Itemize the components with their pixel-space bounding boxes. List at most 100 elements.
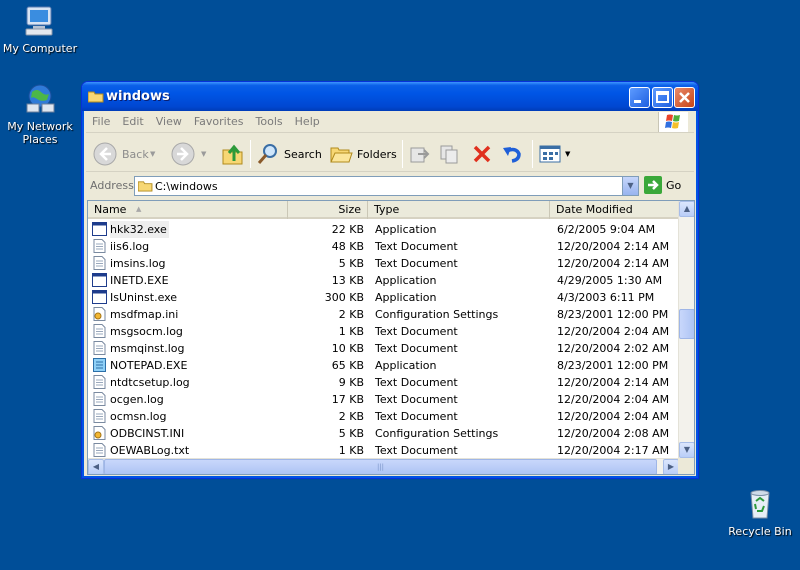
close-button[interactable] [674, 87, 695, 108]
column-header-name[interactable]: Name ▲ [88, 201, 288, 219]
recycle-bin-icon [743, 487, 777, 521]
file-row[interactable]: imsins.log 5 KB Text Document 12/20/2004 2:… [88, 255, 679, 272]
vertical-scroll-thumb[interactable] [679, 309, 694, 339]
forward-dropdown[interactable]: ▼ [201, 139, 206, 169]
maximize-button[interactable] [652, 87, 673, 108]
forward-button[interactable] [170, 139, 196, 169]
list-header: Name ▲ Size Type Date Modified [88, 201, 679, 219]
file-row[interactable]: ODBCINST.INI 5 KB Configuration Settings 12… [88, 425, 679, 442]
file-name: msdfmap.ini [110, 308, 179, 321]
horizontal-scroll-thumb[interactable]: ||| [104, 459, 657, 474]
views-button[interactable]: ▼ [538, 139, 570, 169]
file-date-modified: 12/20/2004 2:14 AM [557, 240, 670, 253]
menu-favorites[interactable]: Favorites [188, 111, 250, 132]
file-row[interactable]: OEWABLog.txt 1 KB Text Document 12/20/2004 … [88, 442, 679, 459]
file-name: ocgen.log [110, 393, 164, 406]
file-date-modified: 8/23/2001 12:00 PM [557, 308, 669, 321]
title-bar[interactable]: windows [82, 82, 698, 111]
file-type: Text Document [375, 325, 458, 338]
vertical-scrollbar[interactable]: ▲ ▼ [678, 201, 694, 458]
delete-button[interactable] [470, 139, 494, 169]
file-row[interactable]: INETD.EXE 13 KB Application 4/29/2005 1:30 … [88, 272, 679, 289]
scrollbar-corner [678, 458, 694, 474]
back-dropdown[interactable]: ▼ [150, 139, 155, 169]
forward-arrow-icon [171, 142, 195, 166]
file-row[interactable]: msmqinst.log 10 KB Text Document 12/20/2004… [88, 340, 679, 357]
copy-to-icon [440, 145, 458, 164]
column-header-type[interactable]: Type [368, 201, 550, 219]
up-folder-button[interactable] [220, 139, 246, 169]
file-size: 22 KB [331, 223, 364, 236]
address-dropdown-button[interactable]: ▼ [622, 177, 638, 195]
go-button[interactable]: Go [644, 176, 681, 194]
back-button[interactable]: Back [92, 139, 149, 169]
file-date-modified: 8/23/2001 12:00 PM [557, 359, 669, 372]
application-icon [92, 273, 107, 287]
file-name: IsUninst.exe [110, 291, 178, 304]
menu-tools[interactable]: Tools [250, 111, 289, 132]
file-type: Text Document [375, 342, 458, 355]
scroll-up-button[interactable]: ▲ [679, 201, 694, 217]
file-name: iis6.log [110, 240, 150, 253]
address-input[interactable]: C:\windows ▼ [134, 176, 639, 196]
file-row[interactable]: hkk32.exe 22 KB Application 6/2/2005 9:04 A… [88, 221, 679, 238]
file-row[interactable]: NOTEPAD.EXE 65 KB Application 8/23/2001 12:… [88, 357, 679, 374]
maximize-icon [656, 91, 669, 103]
address-value: C:\windows [155, 180, 218, 193]
file-row[interactable]: ocgen.log 17 KB Text Document 12/20/2004 2:… [88, 391, 679, 408]
file-row[interactable]: msdfmap.ini 2 KB Configuration Settings 8/2… [88, 306, 679, 323]
desktop-icon-my-computer[interactable]: My Computer [0, 4, 80, 55]
scroll-down-button[interactable]: ▼ [679, 442, 694, 458]
text-document-icon [92, 375, 107, 389]
desktop-icon-label: My Computer [2, 42, 78, 55]
file-row[interactable]: msgsocm.log 1 KB Text Document 12/20/2004 2… [88, 323, 679, 340]
file-name: ntdtcsetup.log [110, 376, 190, 389]
chevron-down-icon: ▼ [150, 150, 156, 158]
menu-edit[interactable]: Edit [116, 111, 149, 132]
file-size: 17 KB [331, 393, 364, 406]
file-size: 65 KB [331, 359, 364, 372]
menu-help[interactable]: Help [289, 111, 326, 132]
file-date-modified: 12/20/2004 2:04 AM [557, 325, 670, 338]
minimize-button[interactable] [629, 87, 650, 108]
file-row[interactable]: iis6.log 48 KB Text Document 12/20/2004 2:1… [88, 238, 679, 255]
window-title: windows [106, 89, 170, 104]
move-to-button[interactable] [408, 139, 432, 169]
undo-button[interactable] [500, 139, 524, 169]
file-name: INETD.EXE [110, 274, 169, 287]
text-document-icon [92, 443, 107, 457]
menu-file[interactable]: File [86, 111, 116, 132]
menu-view[interactable]: View [150, 111, 188, 132]
file-name: msgsocm.log [110, 325, 183, 338]
scroll-right-button[interactable]: ▶ [663, 459, 679, 474]
go-arrow-icon [644, 176, 662, 194]
desktop-icon-recycle-bin[interactable]: Recycle Bin [720, 487, 800, 538]
folders-button[interactable]: Folders [329, 139, 397, 169]
text-document-icon [92, 409, 107, 423]
copy-to-button[interactable] [438, 139, 462, 169]
horizontal-scrollbar[interactable]: ◀ ||| ▶ [88, 458, 679, 474]
file-type: Text Document [375, 257, 458, 270]
scroll-left-button[interactable]: ◀ [88, 459, 104, 474]
desktop-icon-network-places[interactable]: My Network Places [0, 82, 80, 146]
file-type: Application [375, 223, 437, 236]
file-row[interactable]: IsUninst.exe 300 KB Application 4/3/2003 6:… [88, 289, 679, 306]
column-header-date-modified[interactable]: Date Modified [550, 201, 679, 219]
file-date-modified: 12/20/2004 2:14 AM [557, 257, 670, 270]
file-date-modified: 12/20/2004 2:08 AM [557, 427, 670, 440]
file-date-modified: 12/20/2004 2:14 AM [557, 376, 670, 389]
menu-bar: File Edit View Favorites Tools Help [86, 111, 694, 133]
file-row[interactable]: ocmsn.log 2 KB Text Document 12/20/2004 2:0… [88, 408, 679, 425]
search-button[interactable]: Search [256, 139, 322, 169]
toolbar: Back ▼ ▼ Search Folders ▼ [86, 134, 694, 172]
column-header-size[interactable]: Size [288, 201, 368, 219]
back-label: Back [122, 147, 149, 161]
file-type: Application [375, 359, 437, 372]
file-list: Name ▲ Size Type Date Modified hkk32.exe… [87, 200, 695, 475]
file-row[interactable]: ntdtcsetup.log 9 KB Text Document 12/20/200… [88, 374, 679, 391]
file-name: NOTEPAD.EXE [110, 359, 188, 372]
file-type: Configuration Settings [375, 427, 499, 440]
file-date-modified: 4/29/2005 1:30 AM [557, 274, 663, 287]
network-places-icon [23, 82, 57, 116]
desktop-icon-label: My Network Places [7, 120, 73, 146]
